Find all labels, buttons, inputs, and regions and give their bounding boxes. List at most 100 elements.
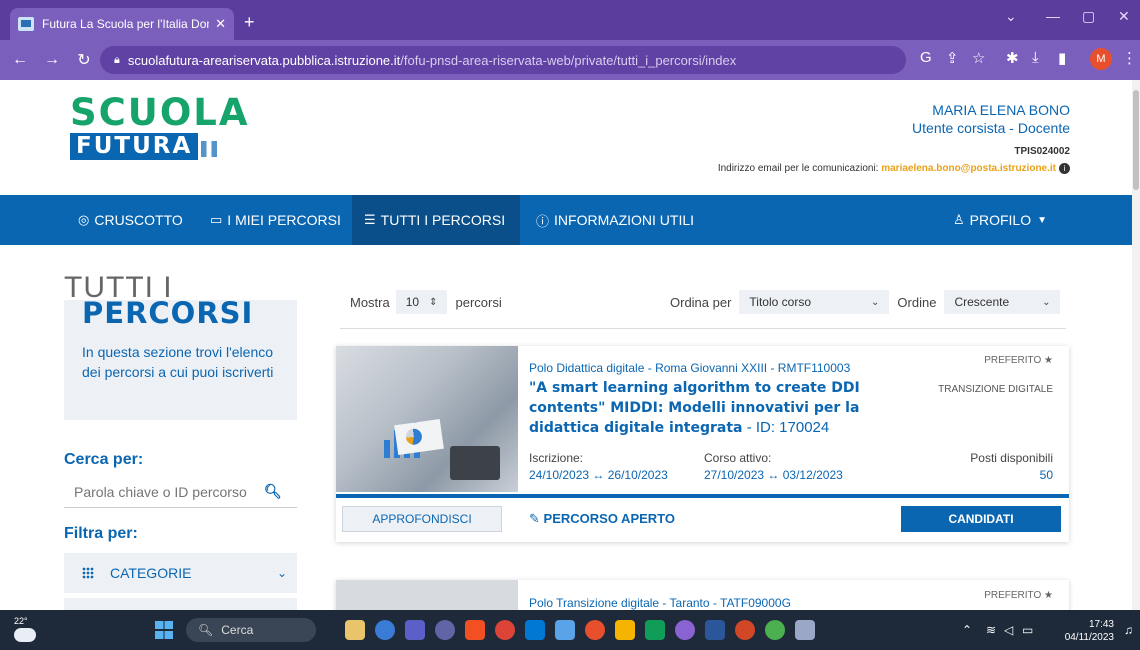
menu-kebab-icon[interactable]: ⋮ (1122, 49, 1137, 67)
browser-icon[interactable] (585, 620, 605, 640)
reload-icon[interactable]: ↻ (72, 50, 96, 70)
browser-toolbar: ← → ↻ 🔒︎ scuolafutura-areariservata.pubb… (0, 40, 1140, 80)
close-window-icon[interactable]: ✕ (1118, 8, 1130, 25)
next-filter[interactable] (64, 598, 297, 610)
tab-close-icon[interactable]: ✕ (215, 16, 226, 32)
categories-label: CATEGORIE (110, 565, 192, 581)
word-icon[interactable] (705, 620, 725, 640)
course-status-label: PERCORSO APERTO (543, 511, 675, 526)
chrome-alt-icon[interactable] (765, 620, 785, 640)
nav-profilo[interactable]: ♙ PROFILO ▼ (953, 195, 1052, 245)
info-icon[interactable]: i (1059, 163, 1070, 174)
search-icon[interactable]: 🔍︎ (264, 483, 282, 500)
taskbar-clock[interactable]: 17:43 04/11/2023 (1065, 618, 1114, 644)
notification-bell-icon[interactable]: ♫ (1124, 623, 1133, 637)
teams-icon[interactable] (375, 620, 395, 640)
user-icon: ♙ (953, 212, 965, 227)
profile-avatar[interactable]: M (1090, 48, 1112, 70)
windows-taskbar: 22° 🔍︎ Cerca ⌃ ≋ ◁ ▭ 17:43 04/11/2023 ♫ (0, 610, 1140, 650)
search-input[interactable] (74, 483, 264, 500)
divider (340, 328, 1066, 329)
categories-filter[interactable]: CATEGORIE ⌄ (64, 553, 297, 593)
address-bar[interactable]: 🔒︎ scuolafutura-areariservata.pubblica.i… (100, 46, 906, 74)
lock-icon[interactable]: 🔒︎ (114, 54, 120, 67)
order-by-select[interactable]: Titolo corso ⌄ (739, 290, 890, 314)
nav-label: I MIEI PERCORSI (227, 212, 341, 228)
file-explorer-icon[interactable] (345, 620, 365, 640)
back-icon[interactable]: ← (8, 51, 32, 69)
app-icon[interactable] (795, 620, 815, 640)
clock-time: 17:43 (1088, 619, 1114, 630)
show-suffix: percorsi (455, 294, 502, 310)
star-icon: ★ (1044, 590, 1053, 601)
google-icon[interactable]: G (920, 49, 932, 66)
intro-description: In questa sezione trovi l'elenco dei per… (82, 344, 274, 380)
active-label: Corso attivo: (704, 451, 772, 465)
chrome-icon[interactable] (495, 620, 515, 640)
share-icon[interactable]: ⇪ (946, 49, 959, 67)
download-icon[interactable]: ⤓ (1032, 49, 1039, 66)
minimize-icon[interactable]: — (1046, 8, 1060, 24)
store-icon[interactable] (465, 620, 485, 640)
favorite-toggle[interactable]: PREFERITO ★ (984, 590, 1053, 601)
user-name: MARIA ELENA BONO (932, 102, 1070, 118)
logo-pixel-icon (201, 140, 218, 157)
nav-tutti-i-percorsi[interactable]: ☰ TUTTI I PERCORSI (352, 195, 520, 245)
approfondisci-button[interactable]: APPROFONDISCI (342, 506, 502, 532)
sidepanel-icon[interactable]: ▮ (1058, 49, 1066, 67)
tab-search-icon[interactable]: ⌄ (1005, 8, 1017, 25)
page-size-select[interactable]: 10 ⇕ (395, 290, 448, 314)
search-icon: 🔍︎ (198, 623, 214, 637)
page-scrollbar[interactable] (1132, 80, 1140, 610)
extensions-icon[interactable]: ✱ (1006, 49, 1019, 67)
drive-icon[interactable] (645, 620, 665, 640)
nav-cruscotto[interactable]: ◎ CRUSCOTTO (78, 195, 183, 245)
nav-informazioni-utili[interactable]: ⓘ INFORMAZIONI UTILI (536, 195, 694, 245)
favorite-toggle[interactable]: PREFERITO ★ (984, 355, 1053, 366)
folder-icon[interactable] (615, 620, 635, 640)
browser-tab[interactable]: Futura La Scuola per l'Italia Dom ✕ (10, 8, 234, 40)
email-label: Indirizzo email per le comunicazioni: (717, 163, 879, 174)
star-icon: ★ (1044, 355, 1053, 366)
image-calculator (450, 446, 500, 480)
tray-chevron-icon[interactable]: ⌃ (962, 623, 972, 637)
chrome-profile-icon[interactable] (675, 620, 695, 640)
candidati-button[interactable]: CANDIDATI (901, 506, 1061, 532)
mail-icon[interactable] (525, 620, 545, 640)
url-host: scuolafutura-areariservata.pubblica.istr… (127, 52, 401, 68)
url-path: /fofu-pnsd-area-riservata-web/private/tu… (400, 52, 737, 68)
windows-start-icon[interactable] (155, 621, 173, 639)
chat-icon[interactable] (435, 620, 455, 640)
weather-widget[interactable]: 22° (14, 616, 36, 642)
order-by-value: Titolo corso (749, 295, 811, 309)
seats-label: Posti disponibili (970, 451, 1053, 465)
bookmark-star-icon[interactable]: ☆ (972, 49, 985, 67)
scuola-futura-logo[interactable]: SCUOLA FUTURA (70, 94, 250, 160)
powerpoint-icon[interactable] (735, 620, 755, 640)
enroll-label: Iscrizione: (529, 451, 584, 465)
site-favicon-icon (18, 17, 34, 31)
volume-icon[interactable]: ◁ (1004, 623, 1013, 637)
course-title[interactable]: "A smart learning algorithm to create DD… (529, 378, 909, 438)
task-view-icon[interactable] (405, 620, 425, 640)
question-icon: ⓘ (536, 213, 550, 229)
restore-icon[interactable]: ▢ (1082, 8, 1095, 25)
search-heading: Cerca per: (64, 451, 144, 468)
list-icon: ☰ (364, 212, 376, 227)
scrollbar-thumb[interactable] (1133, 90, 1139, 190)
order-label: Ordine (897, 294, 937, 310)
wifi-icon[interactable]: ≋ (986, 623, 996, 637)
new-tab-icon[interactable]: + (244, 12, 255, 33)
photos-icon[interactable] (555, 620, 575, 640)
nav-i-miei-percorsi[interactable]: ▭ I MIEI PERCORSI (210, 195, 341, 245)
show-label: Mostra (350, 294, 390, 310)
favorite-label: PREFERITO (984, 355, 1042, 366)
battery-icon[interactable]: ▭ (1022, 623, 1033, 637)
updown-icon: ⇕ (429, 296, 438, 308)
taskbar-search[interactable]: 🔍︎ Cerca (186, 618, 316, 642)
weather-temperature: 22° (14, 616, 28, 626)
chevron-down-icon: ⌄ (276, 566, 287, 580)
forward-icon[interactable]: → (40, 51, 64, 69)
order-select[interactable]: Crescente ⌄ (944, 290, 1061, 314)
image-document (394, 418, 444, 456)
